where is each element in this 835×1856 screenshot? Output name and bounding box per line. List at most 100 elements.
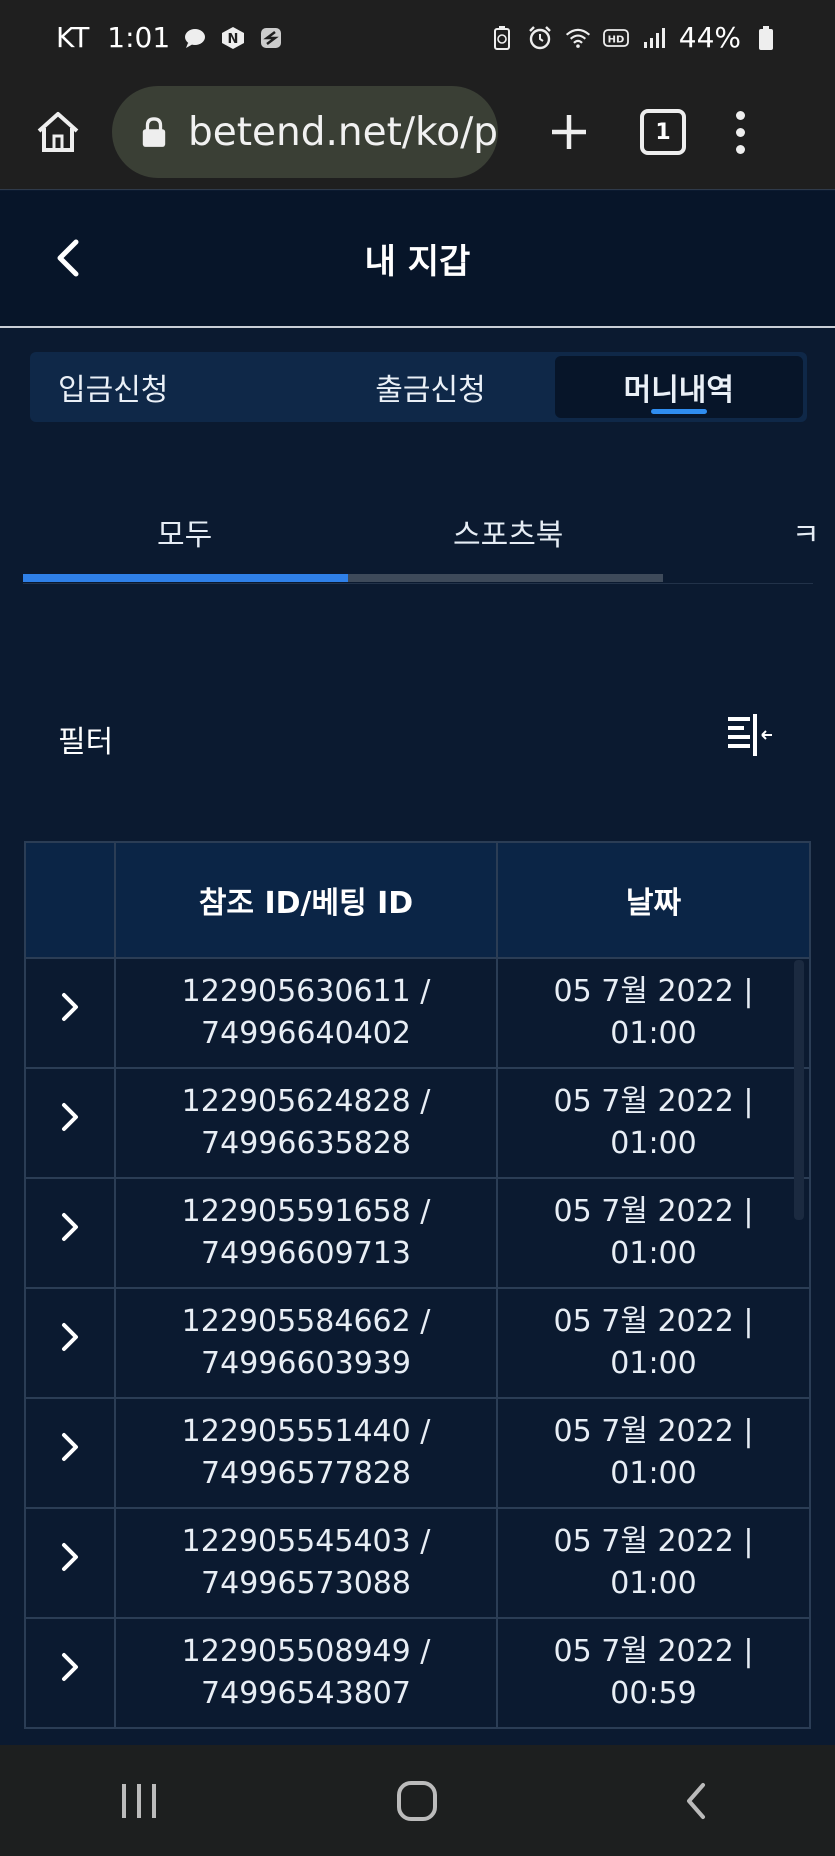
back-button-icon[interactable] [666,1771,726,1831]
tab-deposit[interactable]: 입금신청 [34,356,306,418]
status-bar: KT 1:01 N HD 44% [0,0,835,75]
time: 00:59 [610,1676,697,1711]
date-cell: 05 7월 2022 | 01:00 [496,1287,811,1399]
date: 05 7월 2022 | [553,974,754,1009]
new-tab-icon[interactable] [544,107,594,157]
bet-id: 74996603939 [201,1346,411,1381]
reference-id-cell: 122905584662 / 74996603939 [114,1287,498,1399]
expand-row-button[interactable] [24,1507,116,1619]
expand-row-button[interactable] [24,1617,116,1729]
battery-label: 44% [678,21,741,54]
table-row[interactable]: 122905545403 / 74996573088 05 7월 2022 | 01… [24,1507,811,1619]
table-row[interactable]: 122905551440 / 74996577828 05 7월 2022 | 01… [24,1397,811,1509]
subtab-all[interactable]: 모두 [157,510,212,554]
browser-toolbar: betend.net/ko/p 1 [0,75,835,190]
expand-row-button[interactable] [24,1287,116,1399]
expand-row-button[interactable] [24,1397,116,1509]
date-cell: 05 7월 2022 | 01:00 [496,1507,811,1619]
bet-id: 74996609713 [201,1236,411,1271]
date-cell: 05 7월 2022 | 01:00 [496,1177,811,1289]
reference-id-cell: 122905551440 / 74996577828 [114,1397,498,1509]
ref-id: 122905591658 / [181,1194,431,1229]
date: 05 7월 2022 | [553,1304,754,1339]
bet-id: 74996577828 [201,1456,411,1491]
signal-icon [641,25,667,51]
time: 01:00 [610,1566,697,1601]
date: 05 7월 2022 | [553,1084,754,1119]
back-arrow-icon[interactable] [48,236,88,280]
bet-id: 74996543807 [201,1676,411,1711]
url-text: betend.net/ko/p [187,109,498,155]
ref-id: 122905624828 / [181,1084,431,1119]
table-header-row: 참조 ID/베팅 ID 날짜 [24,841,811,959]
system-nav-bar [0,1745,835,1856]
recent-apps-icon[interactable] [109,1771,169,1831]
alarm-icon [527,25,553,51]
time: 01:00 [610,1236,697,1271]
reference-id-cell: 122905545403 / 74996573088 [114,1507,498,1619]
chevron-right-icon [62,1433,78,1461]
bet-id: 74996573088 [201,1566,411,1601]
bet-id: 74996640402 [201,1016,411,1051]
chevron-right-icon [62,1653,78,1681]
chat-bubble-icon [182,25,208,51]
ref-id: 122905630611 / [181,974,431,1009]
table-scrollbar[interactable] [794,960,804,1220]
expand-row-button[interactable] [24,1177,116,1289]
svg-text:N: N [228,32,239,47]
tab-withdraw[interactable]: 출금신청 [306,356,554,418]
chevron-right-icon [62,1103,78,1131]
expand-column-header [24,841,116,959]
table-row[interactable]: 122905630611 / 74996640402 05 7월 2022 | 01… [24,957,811,1069]
hd-icon: HD [602,25,629,51]
date-cell: 05 7월 2022 | 00:59 [496,1617,811,1729]
time-label: 1:01 [107,21,171,54]
chevron-right-icon [62,1543,78,1571]
time: 01:00 [610,1016,697,1051]
battery-saver-icon [489,25,515,51]
history-sub-tabs: 모두 스포츠북 ㅋ [0,480,835,590]
filter-label[interactable]: 필터 [58,717,113,761]
date-header: 날짜 [496,841,811,959]
reference-id-cell: 122905624828 / 74996635828 [114,1067,498,1179]
more-menu-icon[interactable] [730,110,750,154]
wallet-segment-tabs: 입금신청 출금신청 머니내역 [30,352,807,422]
home-icon[interactable] [28,102,88,162]
chevron-right-icon [62,993,78,1021]
date-cell: 05 7월 2022 | 01:00 [496,957,811,1069]
tab-label: 입금신청 [58,373,169,408]
ref-id: 122905545403 / [181,1524,431,1559]
divider [23,583,813,584]
url-bar[interactable]: betend.net/ko/p [112,86,498,178]
tab-money-history[interactable]: 머니내역 [554,356,803,418]
date: 05 7월 2022 | [553,1524,754,1559]
time: 01:00 [610,1126,697,1161]
date: 05 7월 2022 | [553,1194,754,1229]
carrier-label: KT [56,21,90,54]
date: 05 7월 2022 | [553,1634,754,1669]
table-row[interactable]: 122905584662 / 74996603939 05 7월 2022 | 01… [24,1287,811,1399]
expand-row-button[interactable] [24,957,116,1069]
subtab-casino[interactable]: ㅋ [792,510,820,554]
reference-id-cell: 122905508949 / 74996543807 [114,1617,498,1729]
date-cell: 05 7월 2022 | 01:00 [496,1397,811,1509]
tab-count: 1 [655,119,671,145]
n-notification-icon: N [220,25,246,51]
home-button-icon[interactable] [387,1771,447,1831]
tab-label: 출금신청 [375,373,486,408]
ref-id: 122905584662 / [181,1304,431,1339]
chevron-right-icon [62,1323,78,1351]
table-row[interactable]: 122905591658 / 74996609713 05 7월 2022 | 01… [24,1177,811,1289]
subtab-active-indicator [23,574,348,582]
table-row[interactable]: 122905508949 / 74996543807 05 7월 2022 | 00… [24,1617,811,1729]
expand-row-button[interactable] [24,1067,116,1179]
reference-id-cell: 122905630611 / 74996640402 [114,957,498,1069]
subtab-sportsbook[interactable]: 스포츠북 [453,510,563,554]
table-row[interactable]: 122905624828 / 74996635828 05 7월 2022 | 01… [24,1067,811,1179]
wifi-icon [565,25,591,51]
tab-switcher-button[interactable]: 1 [640,109,686,155]
date-cell: 05 7월 2022 | 01:00 [496,1067,811,1179]
filter-toggle-icon[interactable] [726,714,776,756]
svg-text:HD: HD [607,34,624,45]
reference-id-header: 참조 ID/베팅 ID [114,841,498,959]
